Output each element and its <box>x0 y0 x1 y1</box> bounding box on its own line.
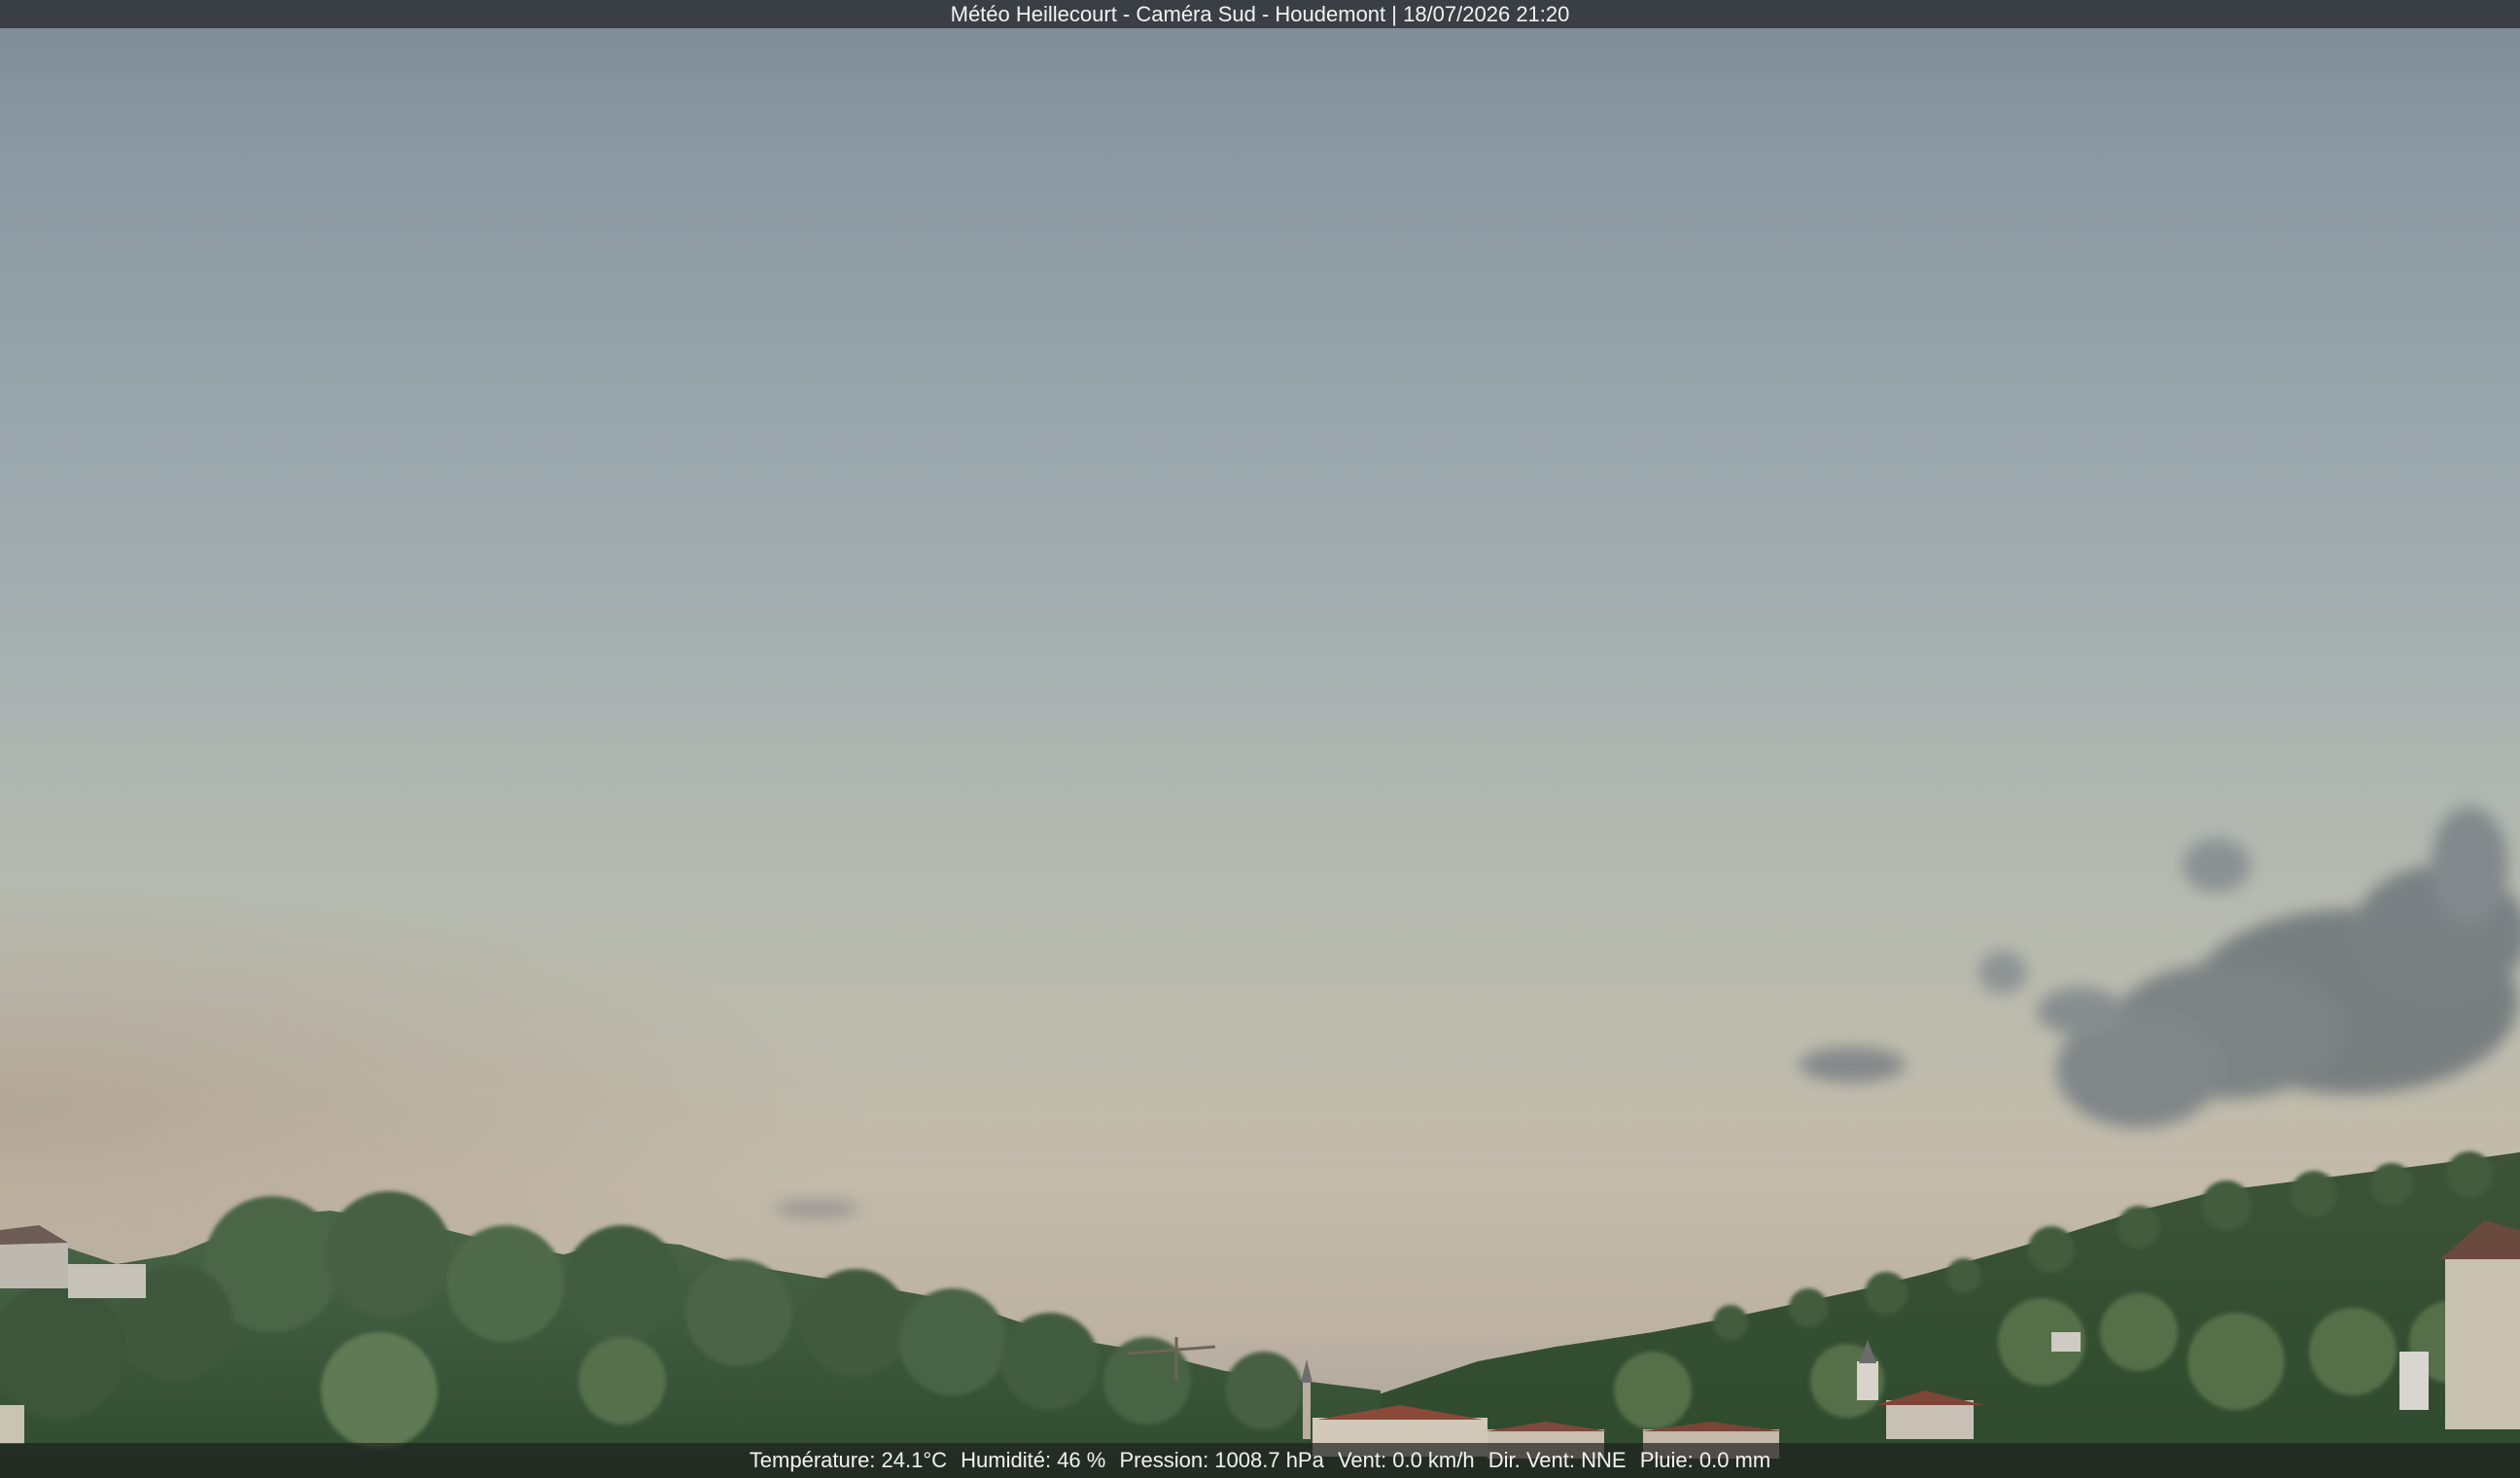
temperature-readout: Température: 24.1°C <box>749 1448 948 1472</box>
weather-info-bar: Température: 24.1°C Humidité: 46 % Press… <box>0 1443 2520 1478</box>
wind-speed-readout: Vent: 0.0 km/h <box>1337 1448 1475 1472</box>
humidity-readout: Humidité: 46 % <box>961 1448 1106 1472</box>
webcam-frame: Météo Heillecourt - Caméra Sud - Houdemo… <box>0 0 2520 1478</box>
pressure-readout: Pression: 1008.7 hPa <box>1119 1448 1324 1472</box>
rain-readout: Pluie: 0.0 mm <box>1639 1448 1771 1472</box>
cloud-group <box>773 807 2520 1216</box>
wind-direction-readout: Dir. Vent: NNE <box>1488 1448 1627 1472</box>
camera-title-bar: Météo Heillecourt - Caméra Sud - Houdemo… <box>0 0 2520 28</box>
camera-title: Météo Heillecourt - Caméra Sud - Houdemo… <box>950 2 1570 26</box>
landscape <box>0 807 2520 1478</box>
